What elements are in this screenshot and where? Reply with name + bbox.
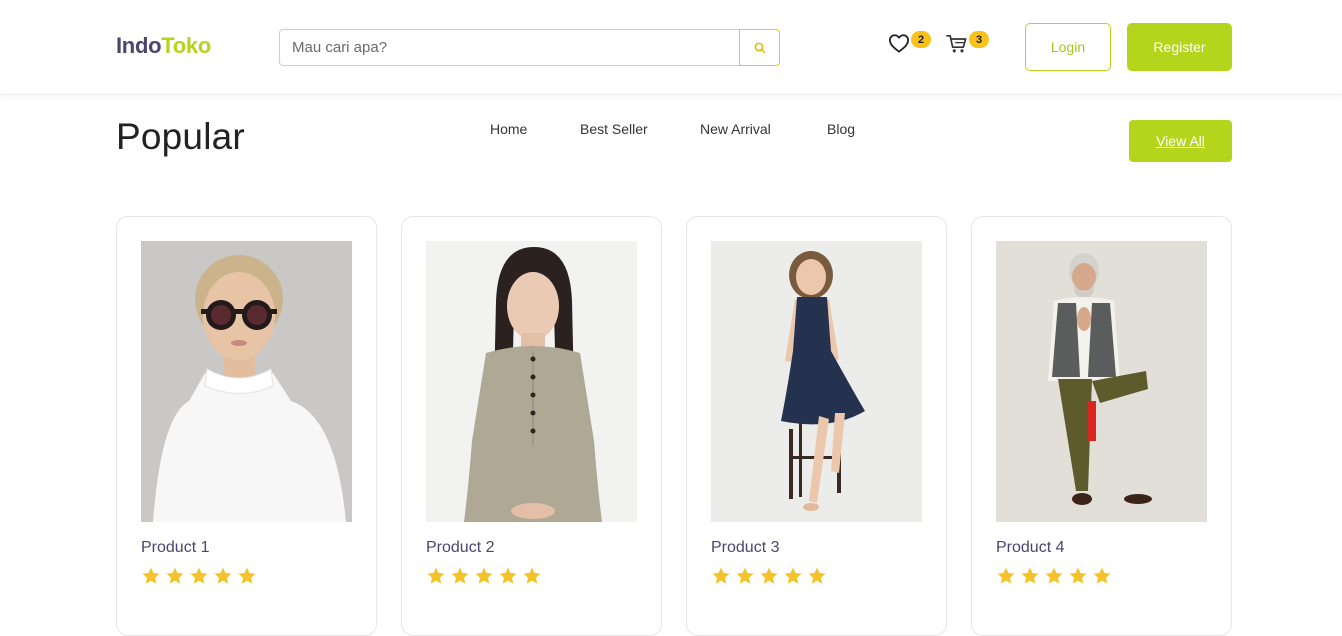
section-title: Popular [116,116,245,157]
product-name[interactable]: Product 1 [141,539,209,557]
brand-logo[interactable]: IndoToko [116,33,211,59]
star-icon [475,567,493,584]
cart-icon [946,35,967,53]
nav-link-new-arrival[interactable]: New Arrival [700,121,771,137]
brand-logo-part1: Indo [116,33,162,58]
register-button[interactable]: Register [1127,23,1232,71]
product-card[interactable]: Product 4 [971,216,1232,636]
product-image[interactable] [996,241,1207,522]
star-icon [499,567,517,584]
product-rating [996,566,1112,586]
star-icon [736,567,754,584]
product-name[interactable]: Product 2 [426,539,494,557]
star-icon [712,567,730,584]
cart-button[interactable]: 3 [946,31,989,59]
star-icon [1093,567,1111,584]
star-icon [1045,567,1063,584]
view-all-button[interactable]: View All [1129,120,1232,162]
top-header: IndoToko 2 3 Login Register [0,0,1342,95]
product-card[interactable]: Product 3 [686,216,947,636]
product-name[interactable]: Product 3 [711,539,779,557]
nav-link-home[interactable]: Home [490,121,527,137]
wishlist-count-badge: 2 [911,31,931,48]
star-icon [238,567,256,584]
search-box [279,29,780,66]
star-icon [808,567,826,584]
heart-icon [889,34,909,53]
star-icon [997,567,1015,584]
star-icon [1069,567,1087,584]
cart-count-badge: 3 [969,31,989,48]
star-icon [760,567,778,584]
star-icon [784,567,802,584]
product-card[interactable]: Product 1 [116,216,377,636]
star-icon [427,567,445,584]
wishlist-button[interactable]: 2 [888,31,931,58]
search-input[interactable] [280,30,740,65]
product-rating [711,566,827,586]
nav-link-best-seller[interactable]: Best Seller [580,121,648,137]
search-icon [754,42,765,53]
star-icon [451,567,469,584]
star-icon [214,567,232,584]
product-image[interactable] [426,241,637,522]
search-button[interactable] [739,29,780,66]
nav-link-blog[interactable]: Blog [827,121,855,137]
star-icon [142,567,160,584]
star-icon [1021,567,1039,584]
star-icon [523,567,541,584]
star-icon [190,567,208,584]
login-button[interactable]: Login [1025,23,1111,71]
product-name[interactable]: Product 4 [996,539,1064,557]
product-rating [141,566,257,586]
product-image[interactable] [711,241,922,522]
star-icon [166,567,184,584]
product-card[interactable]: Product 2 [401,216,662,636]
product-rating [426,566,542,586]
brand-logo-part2: Toko [161,33,211,58]
product-image[interactable] [141,241,352,522]
